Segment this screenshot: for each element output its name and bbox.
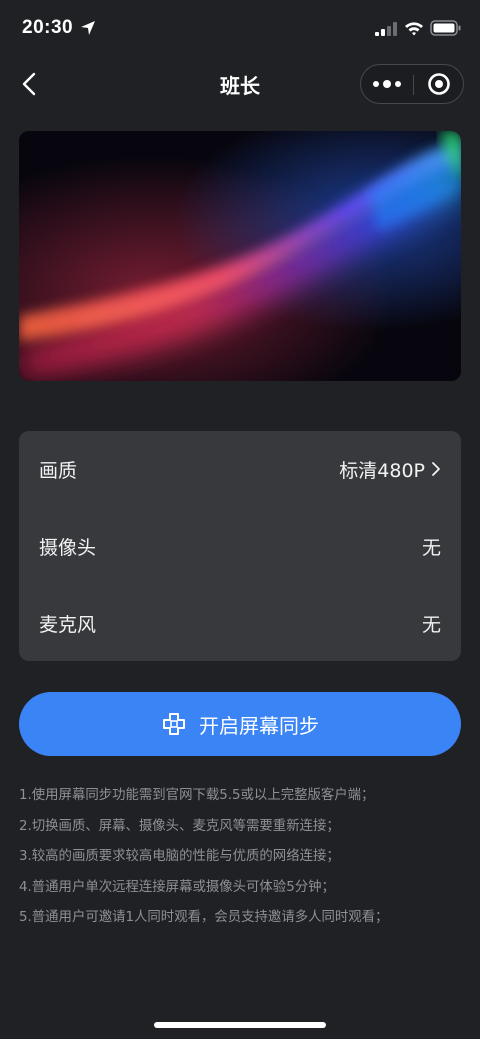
location-arrow-icon — [81, 21, 95, 35]
preview-wallpaper — [19, 131, 461, 381]
note-item: 4.普通用户单次远程连接屏幕或摄像头可体验5分钟； — [19, 879, 335, 895]
home-indicator[interactable] — [154, 1022, 326, 1028]
note-item: 2.切换画质、屏幕、摄像头、麦克风等需要重新连接； — [19, 818, 340, 834]
setting-value: 无 — [421, 536, 441, 559]
start-button-label: 开启屏幕同步 — [199, 713, 319, 738]
note-item: 5.普通用户可邀请1人同时观看，会员支持邀请多人同时观看； — [19, 910, 389, 925]
target-circle-icon — [428, 73, 450, 95]
start-screen-sync-button[interactable]: 开启屏幕同步 — [19, 692, 461, 756]
setting-label: 麦克风 — [39, 613, 97, 636]
status-bar: 20:30 — [0, 0, 480, 58]
close-mini-program-button[interactable] — [414, 65, 464, 103]
screen-sync-icon — [163, 713, 185, 735]
setting-row-quality[interactable]: 画质 标清480P — [19, 431, 461, 507]
more-button[interactable] — [361, 65, 413, 103]
status-time: 20:30 — [22, 17, 74, 38]
setting-row-microphone[interactable]: 麦克风 无 — [19, 585, 461, 661]
setting-value: 无 — [421, 613, 441, 636]
chevron-right-icon — [432, 462, 440, 476]
setting-label: 摄像头 — [39, 536, 97, 559]
setting-row-camera[interactable]: 摄像头 无 — [19, 508, 461, 584]
note-item: 1.使用屏幕同步功能需到官网下载5.5或以上完整版客户端； — [19, 788, 375, 803]
more-dots-icon — [383, 80, 391, 88]
more-dots-icon — [395, 81, 401, 87]
notes-list: 1.使用屏幕同步功能需到官网下载5.5或以上完整版客户端； 2.切换画质、屏幕、… — [19, 784, 469, 937]
battery-icon — [430, 20, 461, 36]
setting-value-group: 标清480P — [339, 456, 441, 483]
cellular-signal-icon — [375, 22, 397, 36]
settings-card: 画质 标清480P 摄像头 无 麦克风 无 — [19, 431, 461, 661]
mini-program-capsule — [360, 64, 464, 104]
screen-preview-image — [19, 131, 461, 381]
navigation-bar: 班长 — [0, 58, 480, 110]
note-item: 3.较高的画质要求较高电脑的性能与优质的网络连接； — [19, 849, 340, 864]
more-dots-icon — [373, 81, 379, 87]
setting-value: 标清480P — [339, 459, 425, 482]
wifi-icon — [405, 22, 423, 36]
setting-label: 画质 — [39, 459, 78, 482]
